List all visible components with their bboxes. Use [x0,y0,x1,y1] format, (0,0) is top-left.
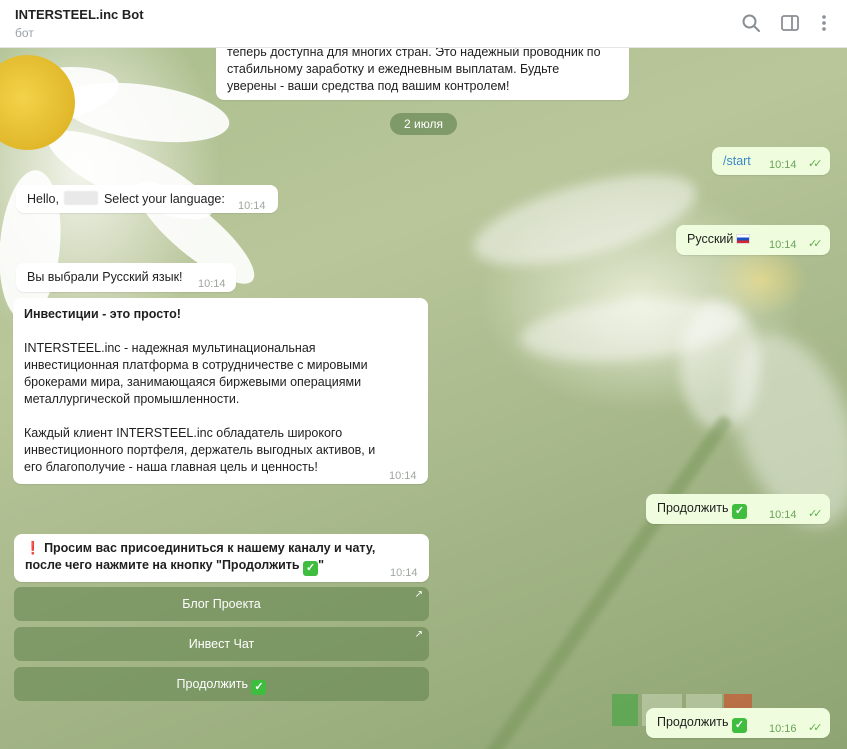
command-link[interactable]: /start [723,154,751,168]
keyboard-button-label: Инвест Чат [188,637,255,651]
chat-header: INTERSTEEL.inc Bot бот [0,0,847,48]
message-outgoing-continue: Продолжить ✓ 10:14 ✓✓ [646,494,830,524]
russian-flag-icon [736,234,751,244]
message-text-line: Просим вас присоединиться к нашему канал… [44,541,376,555]
message-text-line: металлургической промышленности. [24,392,240,406]
keyboard-button-blog[interactable]: Блог Проекта ↗ [14,587,429,621]
message-incoming-chosen: Вы выбрали Русский язык! 10:14 [16,263,236,292]
message-text-line: INTERSTEEL.inc - надежная мультинационал… [24,341,316,355]
message-outgoing-russian: Русский 10:14 ✓✓ [676,225,830,255]
keyboard-button-chat[interactable]: Инвест Чат ↗ [14,627,429,661]
message-incoming-hello: Hello, Select your language: 10:14 [16,185,278,213]
keyboard-button-label: Блог Проекта [182,597,261,611]
message-time: 10:14 [238,200,266,212]
message-text-line: инвестиционного портфеля, держатель выго… [24,443,376,457]
read-checkmarks-icon: ✓✓ [808,508,823,520]
message-text-line: уверены - ваши средства под вашим контро… [227,79,510,93]
check-mark-emoji-icon: ✓ [303,561,319,576]
message-time: 10:16 [769,723,797,735]
message-text: Продолжить [657,715,729,729]
daisy-petal [464,156,706,284]
keyboard-button-continue[interactable]: Продолжить ✓ [14,667,429,701]
message-time: 10:14 [198,278,226,290]
message-text-line: стабильному заработку и ежедневным выпла… [227,62,560,76]
date-separator: 2 июля [390,113,457,135]
message-time: 10:14 [769,239,797,251]
message-text: Русский [687,232,734,246]
message-text: Select your language: [103,192,225,206]
check-mark-emoji-icon: ✓ [731,504,747,519]
message-time: 10:14 [769,509,797,521]
read-checkmarks-icon: ✓✓ [808,158,823,170]
message-incoming-join: ❗ Просим вас присоединиться к нашему кан… [14,534,429,582]
exclamation-icon: ❗ [25,541,41,555]
blurred-username [64,191,99,205]
message-time: 10:14 [390,567,418,579]
message-outgoing-start: /start 10:14 ✓✓ [712,147,830,175]
external-link-arrow-icon: ↗ [414,589,423,600]
message-text-line: Каждый клиент INTERSTEEL.inc обладатель … [24,426,343,440]
read-checkmarks-icon: ✓✓ [808,238,823,250]
message-text-line: после чего нажмите на кнопку "Продолжить [25,558,300,572]
message-heading: Инвестиции - это просто! [24,307,181,321]
message-text: Продолжить [657,501,729,515]
keyboard-button-label: Продолжить [176,677,248,691]
message-time: 10:14 [769,159,797,171]
more-options-icon[interactable] [813,12,835,34]
sidebar-toggle-icon[interactable] [779,12,801,34]
search-icon[interactable] [740,12,762,34]
message-text: Hello, [27,192,59,206]
message-outgoing-continue-2: Продолжить ✓ 10:16 ✓✓ [646,708,830,738]
message-incoming-investments: Инвестиции - это просто! INTERSTEEL.inc … [13,298,428,484]
check-mark-emoji-icon: ✓ [731,718,747,733]
message-time: 10:14 [389,470,417,482]
check-mark-emoji-icon: ✓ [251,680,267,695]
message-text-line: его благополучие - наша главная цель и ц… [24,460,318,474]
read-checkmarks-icon: ✓✓ [808,722,823,734]
message-text-line: инвестиционная платформа в сотрудничеств… [24,358,368,372]
message-text: Вы выбрали Русский язык! [27,270,183,284]
message-text: " [318,558,325,572]
message-text-line: брокерами мира, занимающаяся биржевыми о… [24,375,362,389]
chat-subtitle: бот [15,26,34,40]
chat-title[interactable]: INTERSTEEL.inc Bot [15,7,144,22]
external-link-arrow-icon: ↗ [414,629,423,640]
